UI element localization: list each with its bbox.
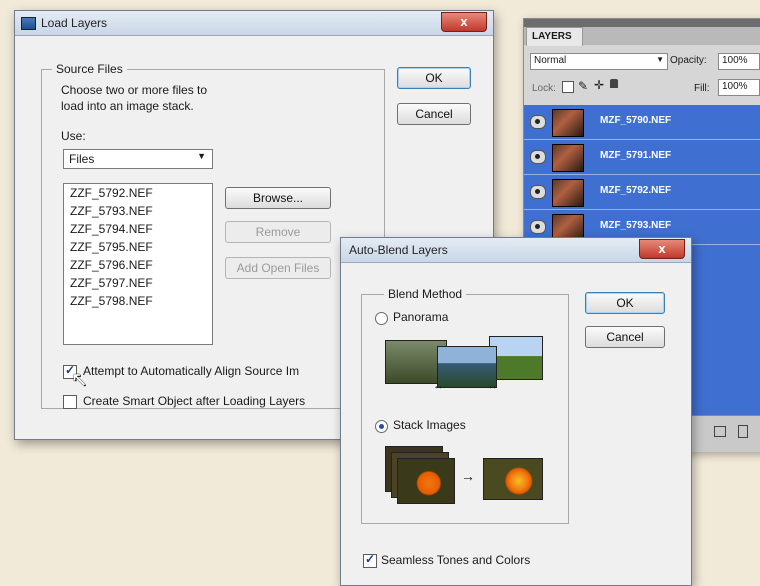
use-dropdown[interactable]: Files ▼ <box>63 149 213 169</box>
title-bar: Load Layers x <box>15 11 493 36</box>
layer-row[interactable]: MZF_5790.NEF <box>524 105 760 140</box>
description-line1: Choose two or more files to <box>61 83 208 97</box>
blend-method-legend: Blend Method <box>384 287 467 301</box>
brush-icon[interactable]: ✎ <box>578 79 588 93</box>
eye-icon[interactable] <box>530 150 546 164</box>
close-button[interactable]: x <box>639 239 685 259</box>
layer-row[interactable]: MZF_5792.NEF <box>524 175 760 210</box>
seamless-label: Seamless Tones and Colors <box>381 553 531 567</box>
eye-icon[interactable] <box>530 220 546 234</box>
eye-icon[interactable] <box>530 115 546 129</box>
panorama-photo-right <box>489 336 543 380</box>
lock-label: Lock: <box>532 83 556 94</box>
layer-name: MZF_5792.NEF <box>600 185 672 196</box>
fill-input[interactable]: 100% <box>718 79 760 96</box>
layer-row[interactable]: MZF_5791.NEF <box>524 140 760 175</box>
new-group-icon[interactable] <box>714 426 726 437</box>
remove-button[interactable]: Remove <box>225 221 331 243</box>
dialog-title: Load Layers <box>41 16 108 30</box>
chevron-down-icon: ▼ <box>656 55 664 64</box>
move-icon[interactable]: ✛ <box>594 78 604 92</box>
add-open-files-button[interactable]: Add Open Files <box>225 257 331 279</box>
auto-blend-layers-dialog: Auto-Blend Layers x Blend Method Panoram… <box>340 237 692 586</box>
panorama-radio[interactable] <box>375 312 388 325</box>
layer-name: MZF_5791.NEF <box>600 150 672 161</box>
ok-button[interactable]: OK <box>585 292 665 314</box>
list-item[interactable]: ZZF_5792.NEF <box>64 184 212 202</box>
smart-object-checkbox[interactable] <box>63 395 77 409</box>
list-item[interactable]: ZZF_5793.NEF <box>64 202 212 220</box>
lock-icon[interactable] <box>610 79 618 88</box>
blend-mode-value: Normal <box>534 55 567 66</box>
fill-label: Fill: <box>694 83 710 94</box>
title-bar: Auto-Blend Layers x <box>341 238 691 263</box>
stack-photo-result <box>483 458 543 500</box>
stack-images-label: Stack Images <box>393 418 466 432</box>
opacity-value: 100% <box>722 55 748 66</box>
arrow-icon: ↔ <box>487 380 498 392</box>
fill-value: 100% <box>722 81 748 92</box>
stack-illustration: → <box>385 446 555 516</box>
opacity-input[interactable]: 100% <box>718 53 760 70</box>
browse-button[interactable]: Browse... <box>225 187 331 209</box>
arrow-right-icon: → <box>461 468 475 484</box>
layer-thumbnail <box>552 109 584 137</box>
source-files-legend: Source Files <box>52 62 127 76</box>
list-item[interactable]: ZZF_5797.NEF <box>64 274 212 292</box>
opacity-label: Opacity: <box>670 55 707 66</box>
list-item[interactable]: ZZF_5798.NEF <box>64 292 212 310</box>
seamless-checkbox[interactable] <box>363 552 377 568</box>
list-item[interactable]: ZZF_5796.NEF <box>64 256 212 274</box>
chevron-down-icon: ▼ <box>197 151 206 161</box>
smart-object-label: Create Smart Object after Loading Layers <box>83 394 306 408</box>
ok-button[interactable]: OK <box>397 67 471 89</box>
panorama-illustration: ↔ ↔ <box>385 334 545 394</box>
list-item[interactable]: ZZF_5795.NEF <box>64 238 212 256</box>
description-line2: load into an image stack. <box>61 99 194 113</box>
list-item[interactable]: ZZF_5794.NEF <box>64 220 212 238</box>
trash-icon[interactable] <box>738 425 748 438</box>
stack-photo-front <box>397 458 455 504</box>
align-label: Attempt to Automatically Align Source Im <box>83 364 300 378</box>
cancel-button[interactable]: Cancel <box>585 326 665 348</box>
files-list[interactable]: ZZF_5792.NEF ZZF_5793.NEF ZZF_5794.NEF Z… <box>63 183 213 345</box>
tab-layers[interactable]: LAYERS <box>526 27 583 46</box>
cancel-button[interactable]: Cancel <box>397 103 471 125</box>
panorama-label: Panorama <box>393 310 449 324</box>
use-label: Use: <box>61 129 86 143</box>
use-value: Files <box>69 152 95 166</box>
stack-images-radio[interactable] <box>375 420 388 433</box>
lock-transparency-icon[interactable] <box>562 81 574 93</box>
dialog-title: Auto-Blend Layers <box>349 243 448 257</box>
layer-name: MZF_5790.NEF <box>600 115 672 126</box>
blend-mode-select[interactable]: Normal ▼ <box>530 53 668 70</box>
layer-thumbnail <box>552 144 584 172</box>
panel-header-strip <box>524 19 760 27</box>
app-icon <box>21 17 36 30</box>
layer-name: MZF_5793.NEF <box>600 220 672 231</box>
eye-icon[interactable] <box>530 185 546 199</box>
arrow-icon: ↔ <box>433 380 444 392</box>
layer-thumbnail <box>552 179 584 207</box>
close-button[interactable]: x <box>441 12 487 32</box>
